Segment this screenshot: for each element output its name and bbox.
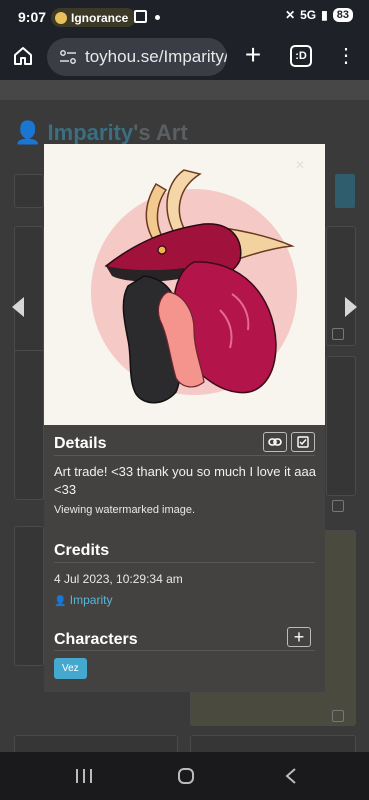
mute-icon: ✕ bbox=[285, 8, 296, 22]
new-tab-icon[interactable]: + bbox=[240, 41, 266, 69]
music-app-icon bbox=[55, 11, 67, 24]
modal-prev-icon[interactable] bbox=[12, 297, 24, 317]
status-right: ✕ 5G ▮ 83 bbox=[285, 8, 353, 22]
status-bar: 9:07 Ignorance ✕ 5G ▮ 83 bbox=[0, 0, 369, 34]
notification-dot-icon bbox=[155, 15, 160, 20]
details-divider bbox=[54, 455, 315, 456]
credits-divider bbox=[54, 562, 315, 563]
signal-icon: ▮ bbox=[321, 8, 328, 22]
characters-heading: Characters bbox=[54, 631, 138, 648]
credit-user-link[interactable]: 👤 Imparity bbox=[54, 593, 112, 607]
link-icon bbox=[268, 438, 282, 446]
add-character-button[interactable]: + bbox=[287, 627, 311, 647]
image-description: Art trade! <33 thank you so much I love … bbox=[54, 464, 316, 497]
user-icon: 👤 bbox=[54, 596, 67, 607]
media-pill[interactable]: Ignorance bbox=[51, 8, 137, 27]
dragon-artwork-icon bbox=[91, 169, 297, 404]
browser-toolbar: toyhou.se/Imparity/a + :D ⋮ bbox=[0, 34, 369, 80]
gallery-prev-button[interactable] bbox=[14, 174, 44, 208]
gallery-thumb[interactable] bbox=[14, 735, 178, 752]
upload-timestamp: 4 Jul 2023, 10:29:34 am bbox=[54, 572, 183, 586]
status-time: 9:07 bbox=[18, 9, 47, 25]
credit-user-name: Imparity bbox=[69, 593, 113, 607]
select-checkbox[interactable] bbox=[332, 328, 344, 340]
select-checkbox[interactable] bbox=[332, 710, 344, 722]
artwork-image[interactable]: ✕ bbox=[44, 144, 325, 425]
home-icon[interactable] bbox=[12, 45, 34, 67]
characters-divider bbox=[54, 650, 315, 651]
gallery-thumb[interactable] bbox=[190, 735, 356, 752]
recent-apps-button[interactable] bbox=[76, 769, 92, 783]
user-icon: 👤 bbox=[14, 120, 42, 145]
checkbox-icon bbox=[297, 436, 309, 448]
system-home-button[interactable] bbox=[178, 768, 194, 784]
details-heading: Details bbox=[54, 435, 107, 452]
gallery-thumb[interactable] bbox=[14, 526, 44, 666]
credits-heading: Credits bbox=[54, 542, 110, 559]
network-label: 5G bbox=[300, 8, 317, 22]
gallery-thumb[interactable] bbox=[14, 350, 44, 500]
gallery-next-button[interactable] bbox=[335, 174, 355, 208]
system-nav-bar bbox=[0, 752, 369, 800]
site-settings-icon[interactable] bbox=[59, 50, 77, 64]
image-close-icon[interactable]: ✕ bbox=[295, 158, 305, 172]
battery-level: 83 bbox=[332, 8, 353, 22]
site-nav-strip bbox=[0, 80, 369, 100]
page-title-suffix: 's Art bbox=[133, 120, 188, 145]
copy-link-button[interactable] bbox=[263, 432, 287, 452]
url-field[interactable]: toyhou.se/Imparity/a bbox=[47, 38, 227, 76]
browser-menu-icon[interactable]: ⋮ bbox=[336, 44, 356, 70]
media-label: Ignorance bbox=[71, 10, 129, 25]
gallery-thumb[interactable] bbox=[326, 356, 356, 496]
modal-next-icon[interactable] bbox=[345, 297, 357, 317]
url-text: toyhou.se/Imparity/a bbox=[85, 47, 227, 66]
page-title: 👤 Imparity's Art bbox=[14, 120, 188, 146]
select-image-button[interactable] bbox=[291, 432, 315, 452]
back-icon[interactable] bbox=[285, 768, 297, 784]
character-tag[interactable]: Vez bbox=[54, 658, 87, 679]
select-checkbox[interactable] bbox=[332, 500, 344, 512]
page-title-owner[interactable]: Imparity bbox=[48, 120, 134, 145]
watermark-note: Viewing watermarked image. bbox=[54, 504, 196, 516]
image-modal: ✕ Details Art trade! <33 thank you so mu… bbox=[44, 144, 325, 692]
screenshot-icon bbox=[134, 10, 147, 23]
tab-switcher-button[interactable]: :D bbox=[290, 45, 312, 67]
